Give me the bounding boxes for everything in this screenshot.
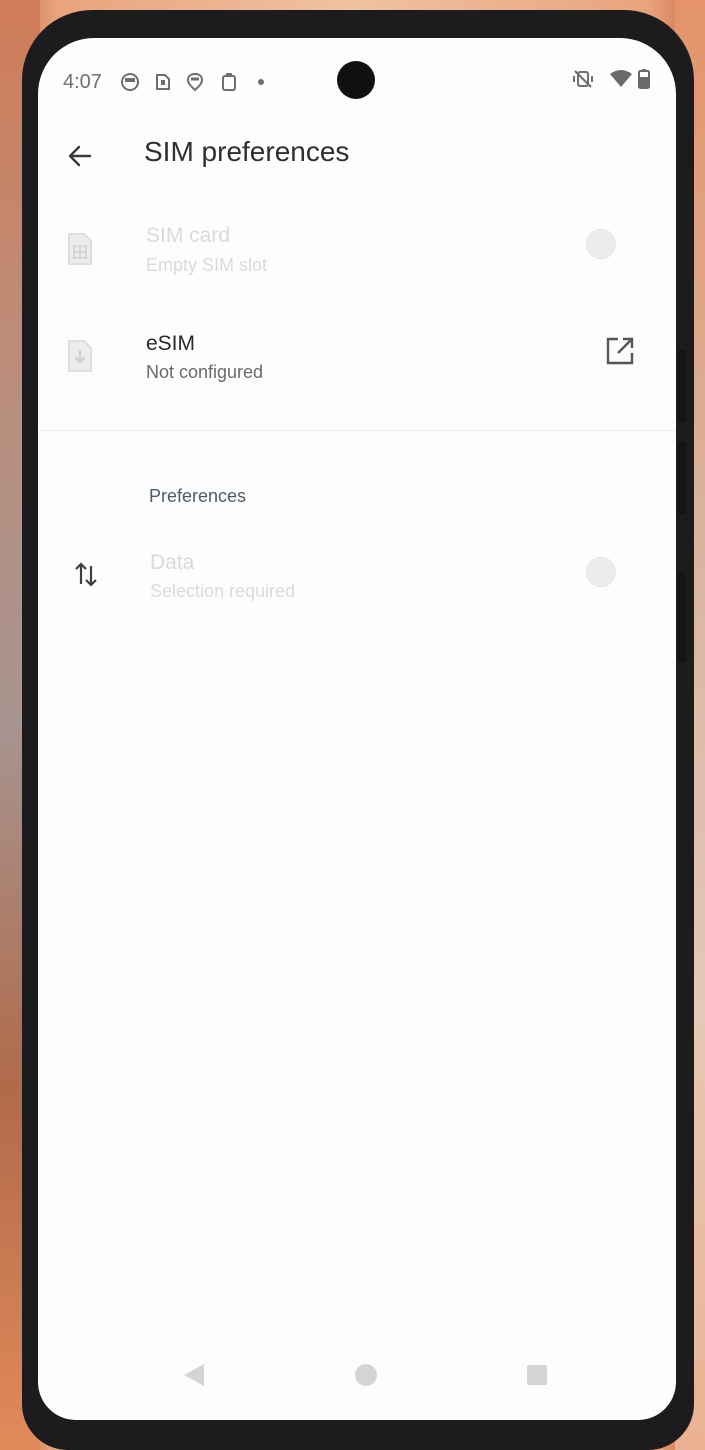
sim-alert-icon [154, 72, 172, 97]
arrow-left-icon [66, 142, 94, 175]
navigation-bar [38, 1350, 676, 1420]
nav-back-icon[interactable] [182, 1362, 206, 1393]
phone-screen: 4:07 SIM preferences SIM card Empty SIM … [38, 38, 676, 1420]
nav-recents-icon[interactable] [526, 1362, 548, 1393]
data-subtitle: Selection required [150, 581, 296, 601]
sim-card-title: SIM card [146, 224, 231, 247]
esim-subtitle: Not configured [146, 362, 264, 382]
dot-icon [257, 72, 265, 97]
page-title: SIM preferences [144, 136, 350, 167]
sim-card-icon [66, 232, 94, 271]
data-title: Data [150, 551, 195, 574]
shield-icon [186, 72, 204, 97]
open-external-icon[interactable] [604, 335, 636, 372]
data-radio[interactable] [586, 557, 616, 587]
front-camera [337, 61, 375, 99]
back-button[interactable] [56, 134, 104, 182]
clipboard-icon [220, 72, 238, 97]
power-button [678, 572, 686, 662]
esim-title: eSIM [146, 332, 196, 355]
swap-vert-arrows-icon [74, 558, 98, 595]
battery-icon [638, 68, 650, 95]
mobile-data-row[interactable]: Data Selection required [38, 538, 676, 634]
vibrate-off-icon [572, 68, 594, 95]
wifi-icon [609, 68, 633, 95]
sim-card-row[interactable]: SIM card Empty SIM slot [38, 210, 676, 306]
status-bar: 4:07 [38, 38, 676, 122]
volume-down-button [678, 442, 686, 514]
vpn-lock-icon [120, 72, 140, 97]
sim-card-radio[interactable] [586, 229, 616, 259]
esim-download-icon [66, 339, 94, 378]
sim-card-subtitle: Empty SIM slot [146, 255, 268, 275]
volume-up-button [678, 350, 686, 422]
preferences-section-header: Preferences [149, 486, 247, 506]
nav-home-icon[interactable] [354, 1362, 378, 1393]
status-time: 4:07 [63, 71, 102, 93]
esim-row[interactable]: eSIM Not configured [38, 319, 676, 415]
section-divider [38, 430, 676, 431]
